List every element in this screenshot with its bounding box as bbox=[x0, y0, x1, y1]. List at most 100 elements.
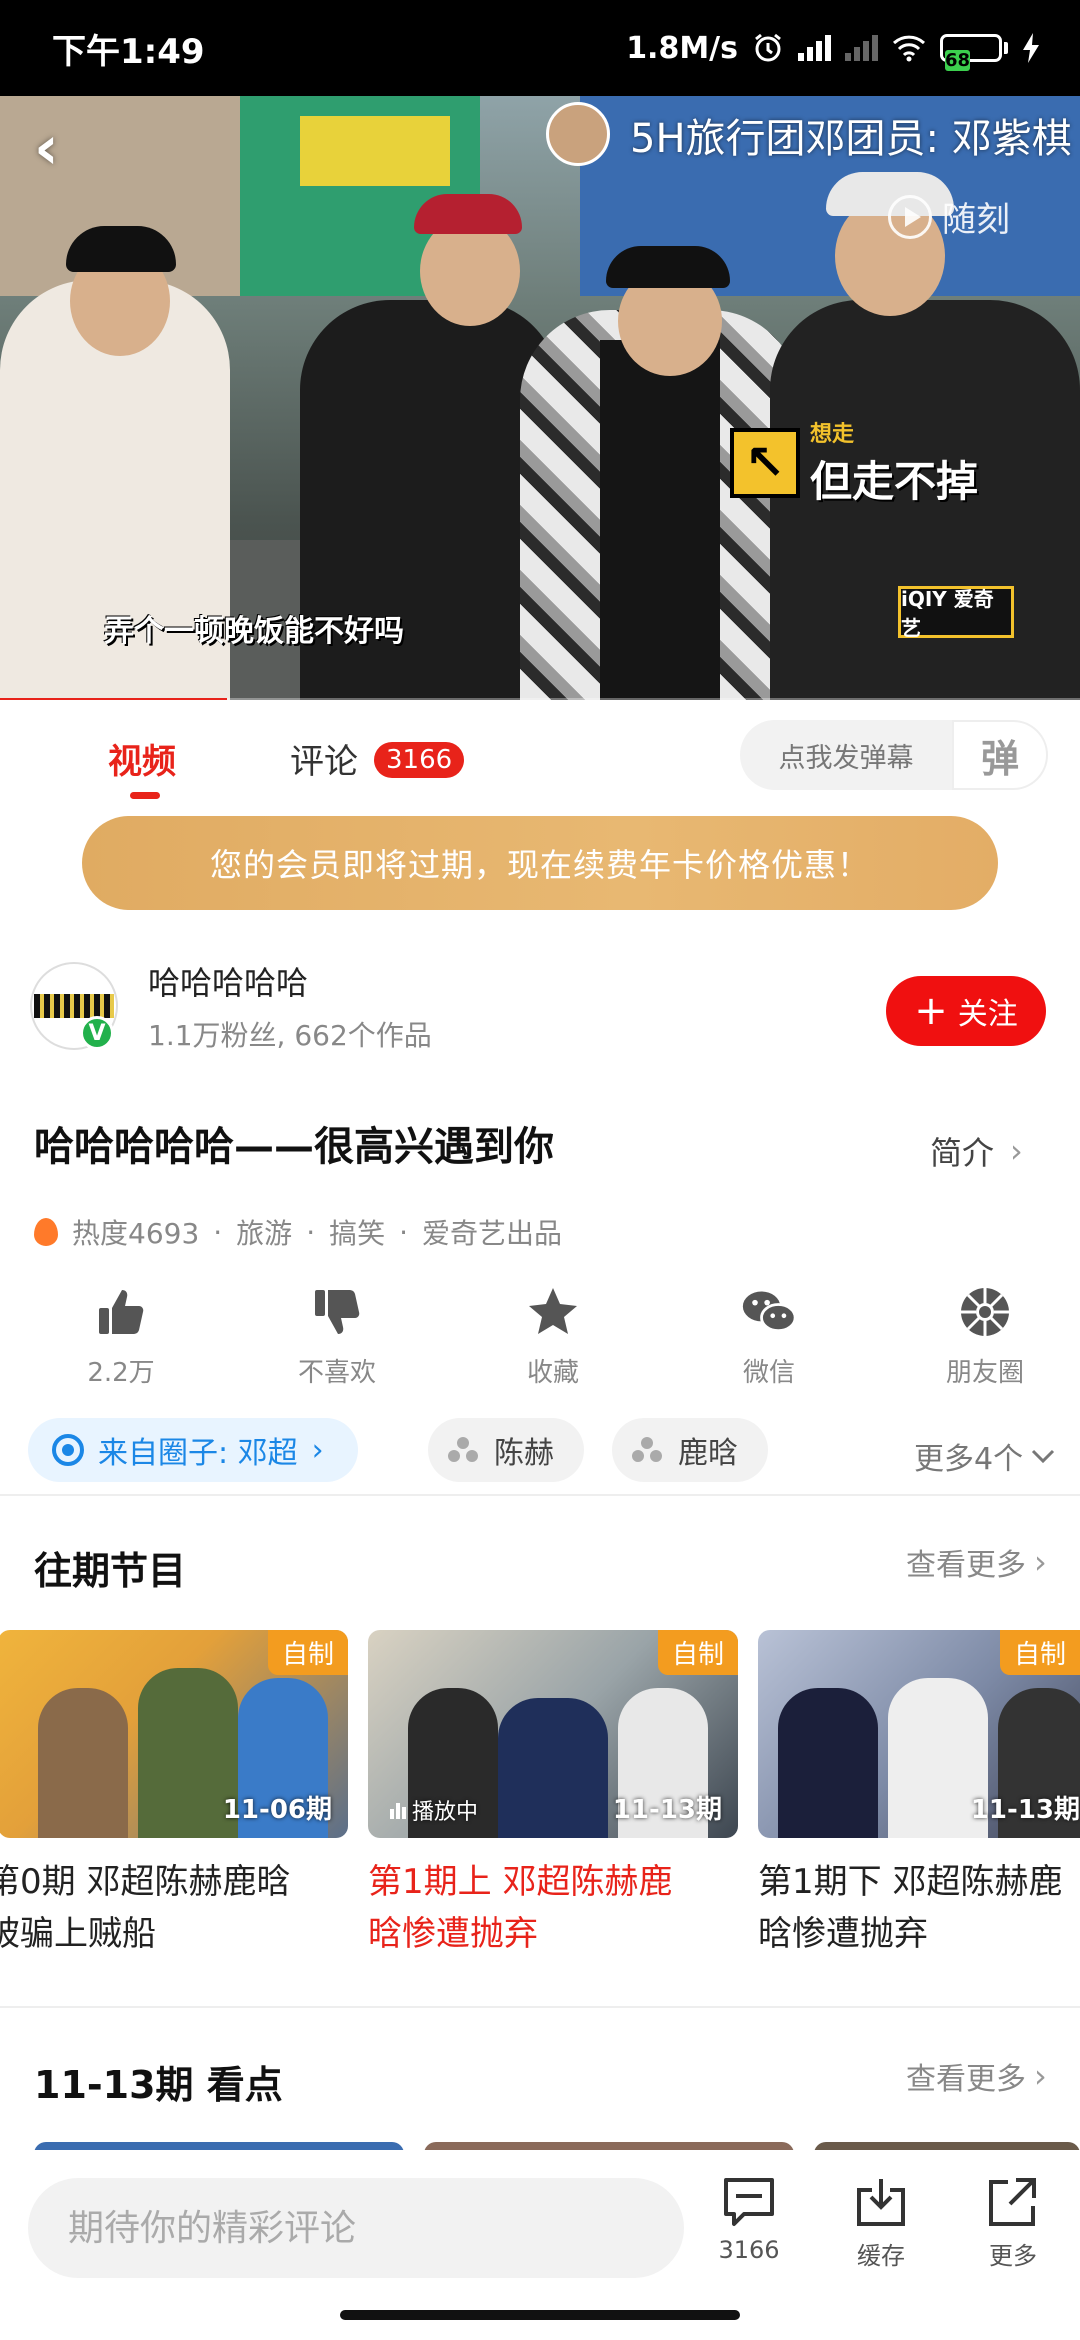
chevron-right-icon: › bbox=[1010, 1132, 1023, 1170]
plus-icon: + bbox=[914, 988, 948, 1034]
tab-comments[interactable]: 评论 bbox=[290, 734, 358, 783]
favorite-button[interactable]: 收藏 bbox=[458, 1284, 648, 1404]
network-speed: 1.8M/s bbox=[626, 30, 738, 66]
video-subtitle: 弄个一顿晚饭能不好吗 bbox=[104, 614, 404, 649]
tag-label: 陈赫 bbox=[494, 1436, 554, 1471]
video-progress-fill bbox=[0, 698, 227, 700]
back-button[interactable]: ‹ bbox=[34, 118, 94, 180]
arrow-up-left-icon: ↖ bbox=[730, 427, 800, 498]
signal-icon bbox=[798, 35, 831, 61]
tabs-row: 视频 评论 3166 点我发弹幕 弹 bbox=[0, 706, 1080, 816]
chevron-right-icon: › bbox=[1034, 1543, 1047, 1581]
tag-chip-luhan[interactable]: 鹿晗 bbox=[612, 1418, 768, 1482]
episode-card[interactable]: 自制 11-13期 第1期下 邓超陈赫鹿 晗惨遭抛弃 bbox=[758, 1630, 1080, 1960]
tab-active-indicator bbox=[130, 792, 160, 799]
now-playing-indicator: 播放中 bbox=[390, 1794, 478, 1826]
chevron-down-icon bbox=[1032, 1449, 1055, 1464]
episode-date: 11-13期 bbox=[970, 1795, 1080, 1825]
tag-label: 鹿晗 bbox=[678, 1436, 738, 1471]
share-more-button[interactable]: 更多 bbox=[958, 2176, 1068, 2271]
danmaku-placeholder[interactable]: 点我发弹幕 bbox=[740, 736, 952, 775]
wifi-icon bbox=[892, 35, 926, 62]
status-time: 下午1:49 bbox=[52, 31, 205, 72]
category-tag[interactable]: 旅游 bbox=[236, 1212, 292, 1252]
episode-date: 11-13期 bbox=[612, 1795, 722, 1825]
group-icon bbox=[448, 1437, 478, 1463]
divider bbox=[0, 2006, 1080, 2008]
episode-date: 11-06期 bbox=[222, 1795, 332, 1825]
home-indicator[interactable] bbox=[340, 2310, 740, 2320]
equalizer-icon bbox=[390, 1801, 406, 1819]
highlights-title: 11-13期 看点 bbox=[34, 2063, 283, 2107]
episode-card-current[interactable]: 自制 播放中 11-13期 第1期上 邓超陈赫鹿 晗惨遭抛弃 bbox=[368, 1630, 738, 1960]
battery-level: 68 bbox=[945, 50, 971, 71]
episode-thumbnail[interactable]: 自制 11-13期 bbox=[758, 1630, 1080, 1838]
genre-tag[interactable]: 搞笑 bbox=[329, 1212, 385, 1252]
danmaku-toggle-button[interactable]: 弹 bbox=[952, 720, 1048, 790]
past-episodes-see-more[interactable]: 查看更多 › bbox=[906, 1540, 1047, 1584]
episode-thumbnail[interactable]: 自制 播放中 11-13期 bbox=[368, 1630, 738, 1838]
suike-icon bbox=[888, 194, 932, 239]
wechat-share-button[interactable]: 微信 bbox=[674, 1284, 864, 1404]
thumbs-up-icon bbox=[93, 1284, 149, 1340]
episode-card[interactable]: 自制 11-06期 第0期 邓超陈赫鹿晗 被骗上贼船 bbox=[0, 1630, 348, 1960]
episode-badge: 自制 bbox=[657, 1630, 738, 1675]
vip-renewal-banner[interactable]: 您的会员即将过期，现在续费年卡价格优惠！ bbox=[82, 816, 998, 910]
video-progress-bar[interactable] bbox=[0, 698, 1080, 700]
video-player[interactable]: ‹ 5H旅行团邓团员: 邓紫棋 随刻 ↖ 想走 但走不掉 弄个一顿晚饭能不好吗 … bbox=[0, 96, 1080, 700]
comments-button[interactable]: 3166 bbox=[694, 2176, 804, 2264]
group-icon bbox=[632, 1437, 662, 1463]
comment-count-badge: 3166 bbox=[374, 742, 465, 778]
more-label: 更多 bbox=[989, 2242, 1037, 2270]
alarm-icon bbox=[755, 33, 781, 62]
star-icon bbox=[525, 1284, 581, 1340]
moments-share-button[interactable]: 朋友圈 bbox=[890, 1284, 1080, 1404]
past-episodes-title: 往期节目 bbox=[34, 1549, 187, 1593]
more-tags-label: 更多4个 bbox=[914, 1442, 1024, 1477]
tag-chip-chenhe[interactable]: 陈赫 bbox=[428, 1418, 584, 1482]
episode-title: 第1期下 邓超陈赫鹿 晗惨遭抛弃 bbox=[758, 1862, 1063, 1954]
suike-label: 随刻 bbox=[942, 200, 1010, 240]
danmaku-input[interactable]: 点我发弹幕 弹 bbox=[740, 720, 1048, 790]
highlights-see-more[interactable]: 查看更多 › bbox=[906, 2054, 1047, 2098]
follow-button[interactable]: + 关注 bbox=[886, 976, 1046, 1046]
download-label: 缓存 bbox=[857, 2242, 905, 2270]
like-button[interactable]: 2.2万 bbox=[26, 1284, 216, 1404]
target-icon bbox=[52, 1434, 84, 1466]
overlay-small-text: 想走 bbox=[810, 422, 855, 447]
channel-avatar[interactable] bbox=[546, 102, 610, 166]
heat-value: 热度4693 bbox=[72, 1217, 200, 1250]
charging-icon bbox=[1023, 33, 1039, 63]
verified-icon: V bbox=[80, 1016, 114, 1050]
intro-label: 简介 bbox=[930, 1134, 995, 1172]
comment-input[interactable] bbox=[28, 2178, 684, 2278]
video-meta: 热度4693 · 旅游 · 搞笑 · 爱奇艺出品 bbox=[34, 1212, 562, 1252]
intro-button[interactable]: 简介 › bbox=[930, 1128, 1023, 1174]
chevron-right-icon: › bbox=[311, 1432, 324, 1468]
tab-video[interactable]: 视频 bbox=[108, 734, 176, 783]
uploader-name[interactable]: 哈哈哈哈哈 bbox=[148, 958, 308, 1004]
channel-title[interactable]: 5H旅行团邓团员: 邓紫棋 bbox=[630, 106, 1072, 164]
circle-chip[interactable]: 来自圈子: 邓超 › bbox=[28, 1418, 358, 1482]
dislike-button[interactable]: 不喜欢 bbox=[242, 1284, 432, 1404]
suike-watermark: 随刻 bbox=[888, 192, 1010, 241]
download-button[interactable]: 缓存 bbox=[826, 2176, 936, 2271]
episode-badge: 自制 bbox=[999, 1630, 1080, 1675]
video-overlay-caption: ↖ 想走 但走不掉 bbox=[730, 416, 978, 509]
moments-icon bbox=[957, 1284, 1013, 1340]
more-tags-button[interactable]: 更多4个 bbox=[914, 1434, 1055, 1478]
episode-title: 第1期上 邓超陈赫鹿 晗惨遭抛弃 bbox=[368, 1862, 673, 1954]
dislike-label: 不喜欢 bbox=[297, 1358, 376, 1388]
circle-label: 来自圈子: 邓超 bbox=[98, 1436, 298, 1471]
download-icon bbox=[857, 2179, 905, 2226]
episode-badge: 自制 bbox=[267, 1630, 348, 1675]
comments-count: 3166 bbox=[718, 2236, 780, 2264]
share-icon bbox=[989, 2178, 1036, 2226]
status-icons: 1.8M/s 68 bbox=[626, 30, 1040, 71]
episode-thumbnail[interactable]: 自制 11-06期 bbox=[0, 1630, 348, 1838]
action-row: 2.2万 不喜欢 收藏 微信 朋友圈 bbox=[0, 1284, 1080, 1404]
chevron-right-icon: › bbox=[1034, 2057, 1047, 2095]
uploader-stats: 1.1万粉丝, 662个作品 bbox=[148, 1019, 432, 1052]
like-count: 2.2万 bbox=[87, 1358, 155, 1388]
episode-title: 第0期 邓超陈赫鹿晗 被骗上贼船 bbox=[0, 1862, 291, 1954]
